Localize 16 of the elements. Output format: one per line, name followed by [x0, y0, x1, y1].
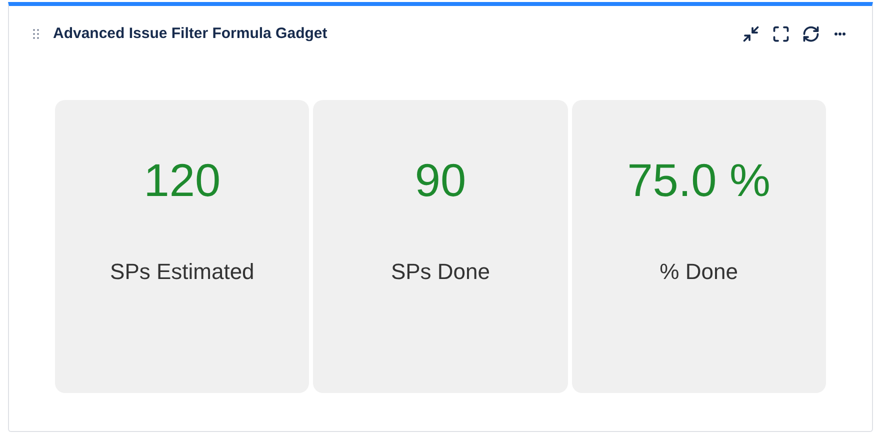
gadget-title: Advanced Issue Filter Formula Gadget	[53, 24, 328, 44]
metric-value: 90	[414, 153, 466, 208]
more-icon	[834, 32, 846, 36]
fullscreen-icon	[772, 25, 790, 43]
metric-value: 120	[144, 153, 221, 208]
fullscreen-button[interactable]	[772, 25, 790, 43]
refresh-button[interactable]	[802, 25, 820, 43]
refresh-icon	[802, 25, 820, 43]
drag-handle-icon[interactable]	[33, 29, 39, 39]
metric-label: SPs Estimated	[110, 258, 254, 286]
minimize-button[interactable]	[742, 25, 760, 43]
minimize-icon	[742, 25, 760, 43]
metric-label: % Done	[660, 258, 738, 286]
metric-label: SPs Done	[390, 258, 490, 286]
metric-value: 75.0 %	[627, 153, 770, 208]
more-button[interactable]	[834, 32, 846, 36]
